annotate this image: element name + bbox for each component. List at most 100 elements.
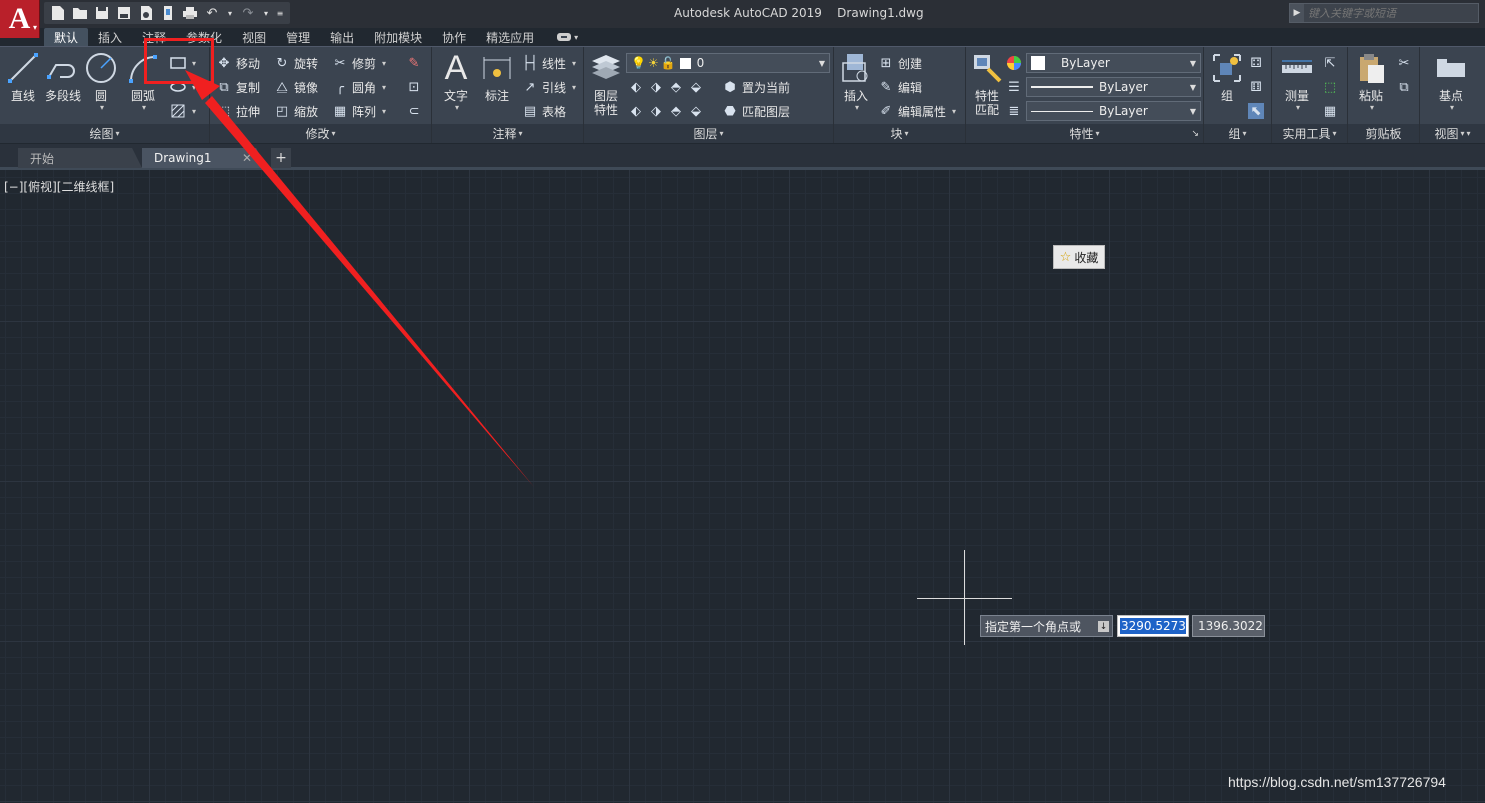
mirror-button[interactable]: ⧋ 镜像	[274, 77, 318, 97]
ungroup-button[interactable]: ⚃	[1248, 53, 1264, 73]
lineweight-icon-button[interactable]: ≣	[1006, 101, 1022, 121]
boundary-button[interactable]: ▾	[170, 101, 196, 121]
dialog-launcher-icon[interactable]: ↘	[1191, 129, 1199, 139]
linetype-dropdown[interactable]: ByLayer ▼	[1026, 77, 1201, 97]
tab-view[interactable]: 视图	[232, 28, 276, 46]
application-menu-button[interactable]: A ▾	[0, 0, 40, 38]
layer-unisolate-icon[interactable]: ⬗	[648, 103, 664, 119]
rotate-button[interactable]: ↻ 旋转	[274, 53, 318, 73]
panel-groups-title[interactable]: 组 ▾	[1204, 124, 1271, 143]
cut-button[interactable]: ✂	[1396, 53, 1412, 73]
save-icon[interactable]	[92, 3, 112, 23]
panel-block-title[interactable]: 块 ▾	[834, 124, 965, 143]
match-properties-button[interactable]: 特性 匹配	[966, 51, 1008, 121]
search-input[interactable]	[1304, 4, 1478, 22]
lineweight-dropdown[interactable]: ByLayer ▼	[1026, 101, 1201, 121]
offset-button[interactable]: ⊂	[406, 101, 422, 121]
panel-annotation-title[interactable]: 注释 ▾	[432, 124, 583, 143]
explode-button[interactable]: ⊡	[406, 77, 422, 97]
tab-featured-apps[interactable]: 精选应用	[476, 28, 544, 46]
layer-properties-button[interactable]: 图层 特性	[585, 51, 627, 121]
redo-icon[interactable]: ↷	[238, 3, 258, 23]
panel-layers-title[interactable]: 图层 ▾	[584, 124, 833, 143]
tab-manage[interactable]: 管理	[276, 28, 320, 46]
select-all-button[interactable]: ⬚	[1322, 77, 1338, 97]
panel-draw-title[interactable]: 绘图 ▾	[0, 124, 209, 143]
paste-button[interactable]: 粘贴 ▾	[1350, 51, 1392, 121]
insert-button[interactable]: 插入 ▾	[835, 51, 877, 121]
calculator-button[interactable]: ▦	[1322, 101, 1338, 121]
move-button[interactable]: ✥ 移动	[216, 53, 260, 73]
ribbon-minimize-button[interactable]: ▾	[556, 28, 578, 46]
erase-button[interactable]: ✎	[406, 53, 422, 73]
open-icon[interactable]	[70, 3, 90, 23]
copy-clip-button[interactable]: ⧉	[1396, 77, 1412, 97]
panel-properties-title[interactable]: 特性 ▾ ↘	[966, 124, 1203, 143]
trim-button[interactable]: ✂ 修剪 ▾	[332, 53, 386, 73]
edit-attributes-button[interactable]: ✐ 编辑属性 ▾	[878, 101, 956, 121]
layer-off-icon[interactable]: ⬖	[628, 79, 644, 95]
measure-button[interactable]: 测量 ▾	[1276, 51, 1318, 121]
layer-unlock-icon[interactable]: ⬙	[688, 103, 704, 119]
match-layer-button[interactable]: ⬣ 匹配图层	[722, 101, 790, 121]
plot-icon[interactable]	[158, 3, 178, 23]
tab-collaborate[interactable]: 协作	[432, 28, 476, 46]
group-edit-button[interactable]: ⚅	[1248, 77, 1264, 97]
table-button[interactable]: ▤ 表格	[522, 101, 566, 121]
text-button[interactable]: A 文字 ▾	[435, 51, 477, 121]
tab-parametric[interactable]: 参数化	[176, 28, 232, 46]
x-coordinate-input[interactable]: 3290.5273	[1117, 615, 1189, 637]
publish-icon[interactable]	[136, 3, 156, 23]
circle-button[interactable]: 圆 ▾	[80, 51, 122, 121]
fillet-button[interactable]: ╭ 圆角 ▾	[332, 77, 386, 97]
down-arrow-icon[interactable]: ↓	[1098, 621, 1109, 632]
new-icon[interactable]	[48, 3, 68, 23]
layer-freeze-icon[interactable]: ⬘	[668, 79, 684, 95]
dimension-button[interactable]: 标注	[476, 51, 518, 121]
group-button[interactable]: 组	[1206, 51, 1248, 121]
scale-button[interactable]: ◰ 缩放	[274, 101, 318, 121]
stretch-button[interactable]: ⬚ 拉伸	[216, 101, 260, 121]
favorite-button[interactable]: ☆ 收藏	[1053, 245, 1105, 269]
base-view-button[interactable]: 基点 ▾	[1430, 51, 1472, 121]
y-coordinate-input[interactable]: 1396.3022	[1192, 615, 1265, 637]
customize-icon[interactable]: ≡	[274, 3, 286, 23]
rectangle-button[interactable]: ▾	[170, 53, 196, 73]
layer-isolate-icon[interactable]: ⬗	[648, 79, 664, 95]
create-block-button[interactable]: ⊞ 创建	[878, 53, 922, 73]
viewport-controls[interactable]: [−][俯视][二维线框]	[4, 178, 114, 195]
layer-thaw-icon[interactable]: ⬘	[668, 103, 684, 119]
edit-block-button[interactable]: ✎ 编辑	[878, 77, 922, 97]
new-tab-button[interactable]: +	[271, 148, 291, 168]
panel-modify-title[interactable]: 修改 ▾	[210, 124, 431, 143]
layer-lock-icon[interactable]: ⬙	[688, 79, 704, 95]
arc-button[interactable]: 圆弧 ▾	[122, 51, 164, 121]
leader-button[interactable]: ↗ 引线 ▾	[522, 77, 576, 97]
file-tab-start[interactable]: 开始	[18, 148, 142, 168]
linetype-icon-button[interactable]: ☰	[1006, 77, 1022, 97]
chevron-down-icon[interactable]: ▾	[260, 3, 272, 23]
linear-dim-button[interactable]: ├┤ 线性 ▾	[522, 53, 576, 73]
quick-select-button[interactable]: ⇱	[1322, 53, 1338, 73]
layer-on-icon[interactable]: ⬖	[628, 103, 644, 119]
array-button[interactable]: ▦ 阵列 ▾	[332, 101, 386, 121]
color-wheel-button[interactable]	[1006, 53, 1022, 73]
tab-insert[interactable]: 插入	[88, 28, 132, 46]
set-current-button[interactable]: ⬢ 置为当前	[722, 77, 790, 97]
layer-dropdown[interactable]: 💡 ☀ 🔓 0 ▼	[626, 53, 830, 73]
copy-button[interactable]: ⧉ 复制	[216, 77, 260, 97]
chevron-right-icon[interactable]: ▶	[1290, 4, 1304, 22]
tab-home[interactable]: 默认	[44, 28, 89, 46]
save-as-icon[interactable]	[114, 3, 134, 23]
group-select-button[interactable]: ⬉	[1248, 101, 1264, 121]
drawing-canvas[interactable]: [−][俯视][二维线框] ☆ 收藏 指定第一个角点或 ↓ 3290.5273 …	[0, 170, 1485, 803]
panel-view-title[interactable]: 视图 ▾ ▾	[1420, 124, 1485, 143]
hatch-button[interactable]: ▾	[170, 77, 196, 97]
file-tab-drawing1[interactable]: Drawing1 ✕	[142, 148, 266, 168]
panel-utilities-title[interactable]: 实用工具 ▾	[1272, 124, 1347, 143]
close-icon[interactable]: ✕	[242, 151, 252, 165]
tab-addins[interactable]: 附加模块	[364, 28, 432, 46]
color-dropdown[interactable]: ByLayer ▼	[1026, 53, 1201, 73]
tab-annotate[interactable]: 注释	[132, 28, 176, 46]
chevron-down-icon[interactable]: ▾	[224, 3, 236, 23]
